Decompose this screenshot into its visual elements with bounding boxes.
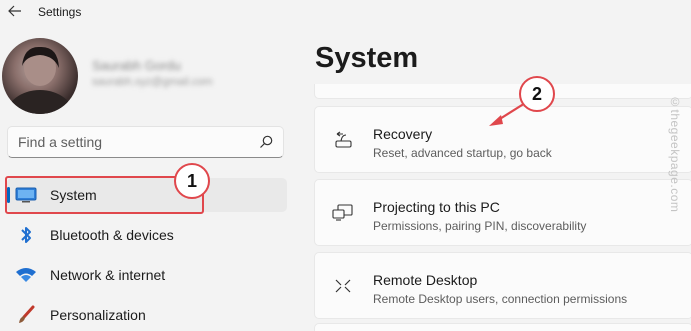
step-badge-1: 1 xyxy=(174,163,210,199)
sidebar-item-network[interactable]: Network & internet xyxy=(7,258,287,292)
step-badge-2: 2 xyxy=(519,76,555,112)
back-button[interactable] xyxy=(6,2,24,20)
sidebar-item-label: Bluetooth & devices xyxy=(50,227,174,243)
user-name: Saurabh Gordu xyxy=(92,58,181,73)
card-description: Permissions, pairing PIN, discoverabilit… xyxy=(373,219,587,233)
back-arrow-icon xyxy=(8,5,21,17)
card-title: Remote Desktop xyxy=(373,272,478,288)
watermark: ©thegeekpage.com xyxy=(668,95,682,213)
card-title: Recovery xyxy=(373,126,433,142)
sidebar-item-label: Network & internet xyxy=(50,267,166,283)
projector-icon xyxy=(332,202,354,224)
sidebar-item-bluetooth[interactable]: Bluetooth & devices xyxy=(7,218,287,252)
card-description: Remote Desktop users, connection permiss… xyxy=(373,292,628,306)
remote-desktop-card[interactable]: Remote Desktop Remote Desktop users, con… xyxy=(314,252,691,319)
search-input[interactable] xyxy=(18,134,248,150)
page-title: System xyxy=(315,42,419,74)
wifi-icon xyxy=(15,265,37,285)
recovery-icon xyxy=(332,129,354,151)
card-title: Projecting to this PC xyxy=(373,199,500,215)
brush-icon xyxy=(15,305,37,325)
app-title: Settings xyxy=(38,5,82,19)
search-icon[interactable] xyxy=(259,135,273,149)
search-box[interactable] xyxy=(7,126,284,158)
card-partial xyxy=(314,323,691,331)
avatar[interactable] xyxy=(2,38,78,114)
user-email: saurabh.xyz@gmail.com xyxy=(92,76,213,88)
bluetooth-icon xyxy=(15,225,37,245)
projecting-card[interactable]: Projecting to this PC Permissions, pairi… xyxy=(314,179,691,246)
title-bar: Settings xyxy=(0,0,691,24)
sidebar-item-label: Personalization xyxy=(50,307,146,323)
remote-desktop-icon xyxy=(332,275,354,297)
card-description: Reset, advanced startup, go back xyxy=(373,146,552,160)
sidebar-item-personalization[interactable]: Personalization xyxy=(7,298,287,331)
